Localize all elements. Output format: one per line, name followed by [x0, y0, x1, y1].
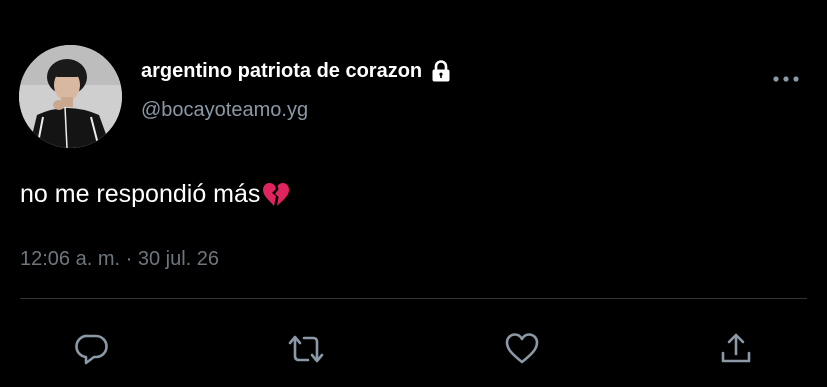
- author-name-row[interactable]: argentino patriota de corazon: [141, 58, 451, 84]
- profile-photo: [19, 45, 122, 148]
- heart-icon: [505, 333, 539, 364]
- reply-icon: [75, 334, 108, 365]
- lock-icon: [431, 60, 451, 82]
- more-options-button[interactable]: [770, 68, 802, 90]
- reply-button[interactable]: [72, 329, 112, 369]
- tweet-body: no me respondió más: [20, 180, 261, 208]
- retweet-icon: [288, 335, 324, 363]
- more-options-icon: [773, 76, 799, 82]
- tweet-timestamp[interactable]: 12:06 a. m. · 30 jul. 26: [20, 248, 219, 271]
- broken-heart-icon: [262, 182, 290, 208]
- share-button[interactable]: [716, 329, 756, 369]
- avatar[interactable]: [19, 45, 122, 148]
- display-name[interactable]: argentino patriota de corazon: [141, 60, 422, 83]
- user-handle[interactable]: @bocayoteamo.yg: [141, 99, 308, 122]
- retweet-button[interactable]: [286, 329, 326, 369]
- divider: [20, 298, 807, 299]
- tweet-text: no me respondió más: [20, 180, 290, 209]
- share-icon: [721, 333, 751, 363]
- like-button[interactable]: [502, 329, 542, 369]
